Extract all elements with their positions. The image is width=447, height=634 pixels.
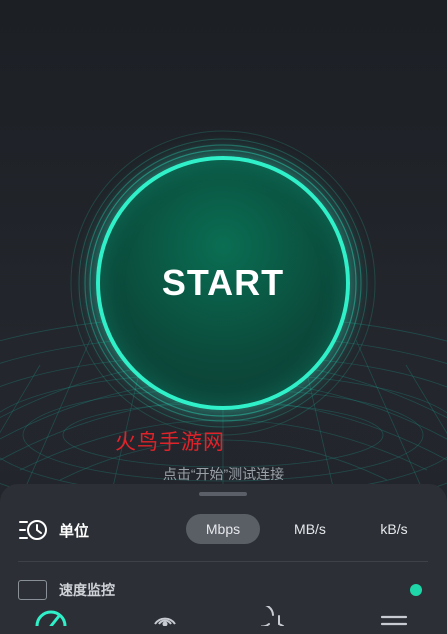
speed-test-screen: START 火鸟手游网 点击“开始”测试连接 单位 Mbps MB/s kB/s bbox=[0, 0, 447, 634]
sheet-drag-handle[interactable] bbox=[199, 492, 247, 496]
speed-monitor-row[interactable]: 速度监控 bbox=[18, 580, 438, 600]
speed-monitor-icon bbox=[18, 580, 47, 600]
start-hint: 点击“开始”测试连接 bbox=[162, 466, 285, 482]
unit-option-mb-s[interactable]: MB/s bbox=[276, 514, 344, 544]
bottom-tab-bar bbox=[0, 600, 447, 626]
history-list-icon bbox=[19, 520, 47, 540]
history-tab-icon[interactable] bbox=[261, 606, 297, 626]
unit-option-kb-s[interactable]: kB/s bbox=[364, 514, 424, 544]
speed-monitor-toggle[interactable] bbox=[410, 584, 422, 596]
speed-test-tab-icon[interactable] bbox=[33, 606, 69, 626]
divider bbox=[18, 561, 428, 562]
menu-tab-icon[interactable] bbox=[376, 606, 412, 626]
speed-monitor-label: 速度监控 bbox=[59, 582, 115, 598]
watermark-text: 火鸟手游网 bbox=[115, 430, 225, 454]
start-button[interactable]: START bbox=[96, 156, 350, 410]
signal-tab-icon[interactable] bbox=[147, 606, 183, 626]
start-label: START bbox=[161, 262, 285, 303]
unit-option-mbps[interactable]: Mbps bbox=[186, 514, 260, 544]
unit-title: 单位 bbox=[59, 523, 90, 540]
unit-selector-row: 单位 Mbps MB/s kB/s bbox=[0, 512, 447, 548]
